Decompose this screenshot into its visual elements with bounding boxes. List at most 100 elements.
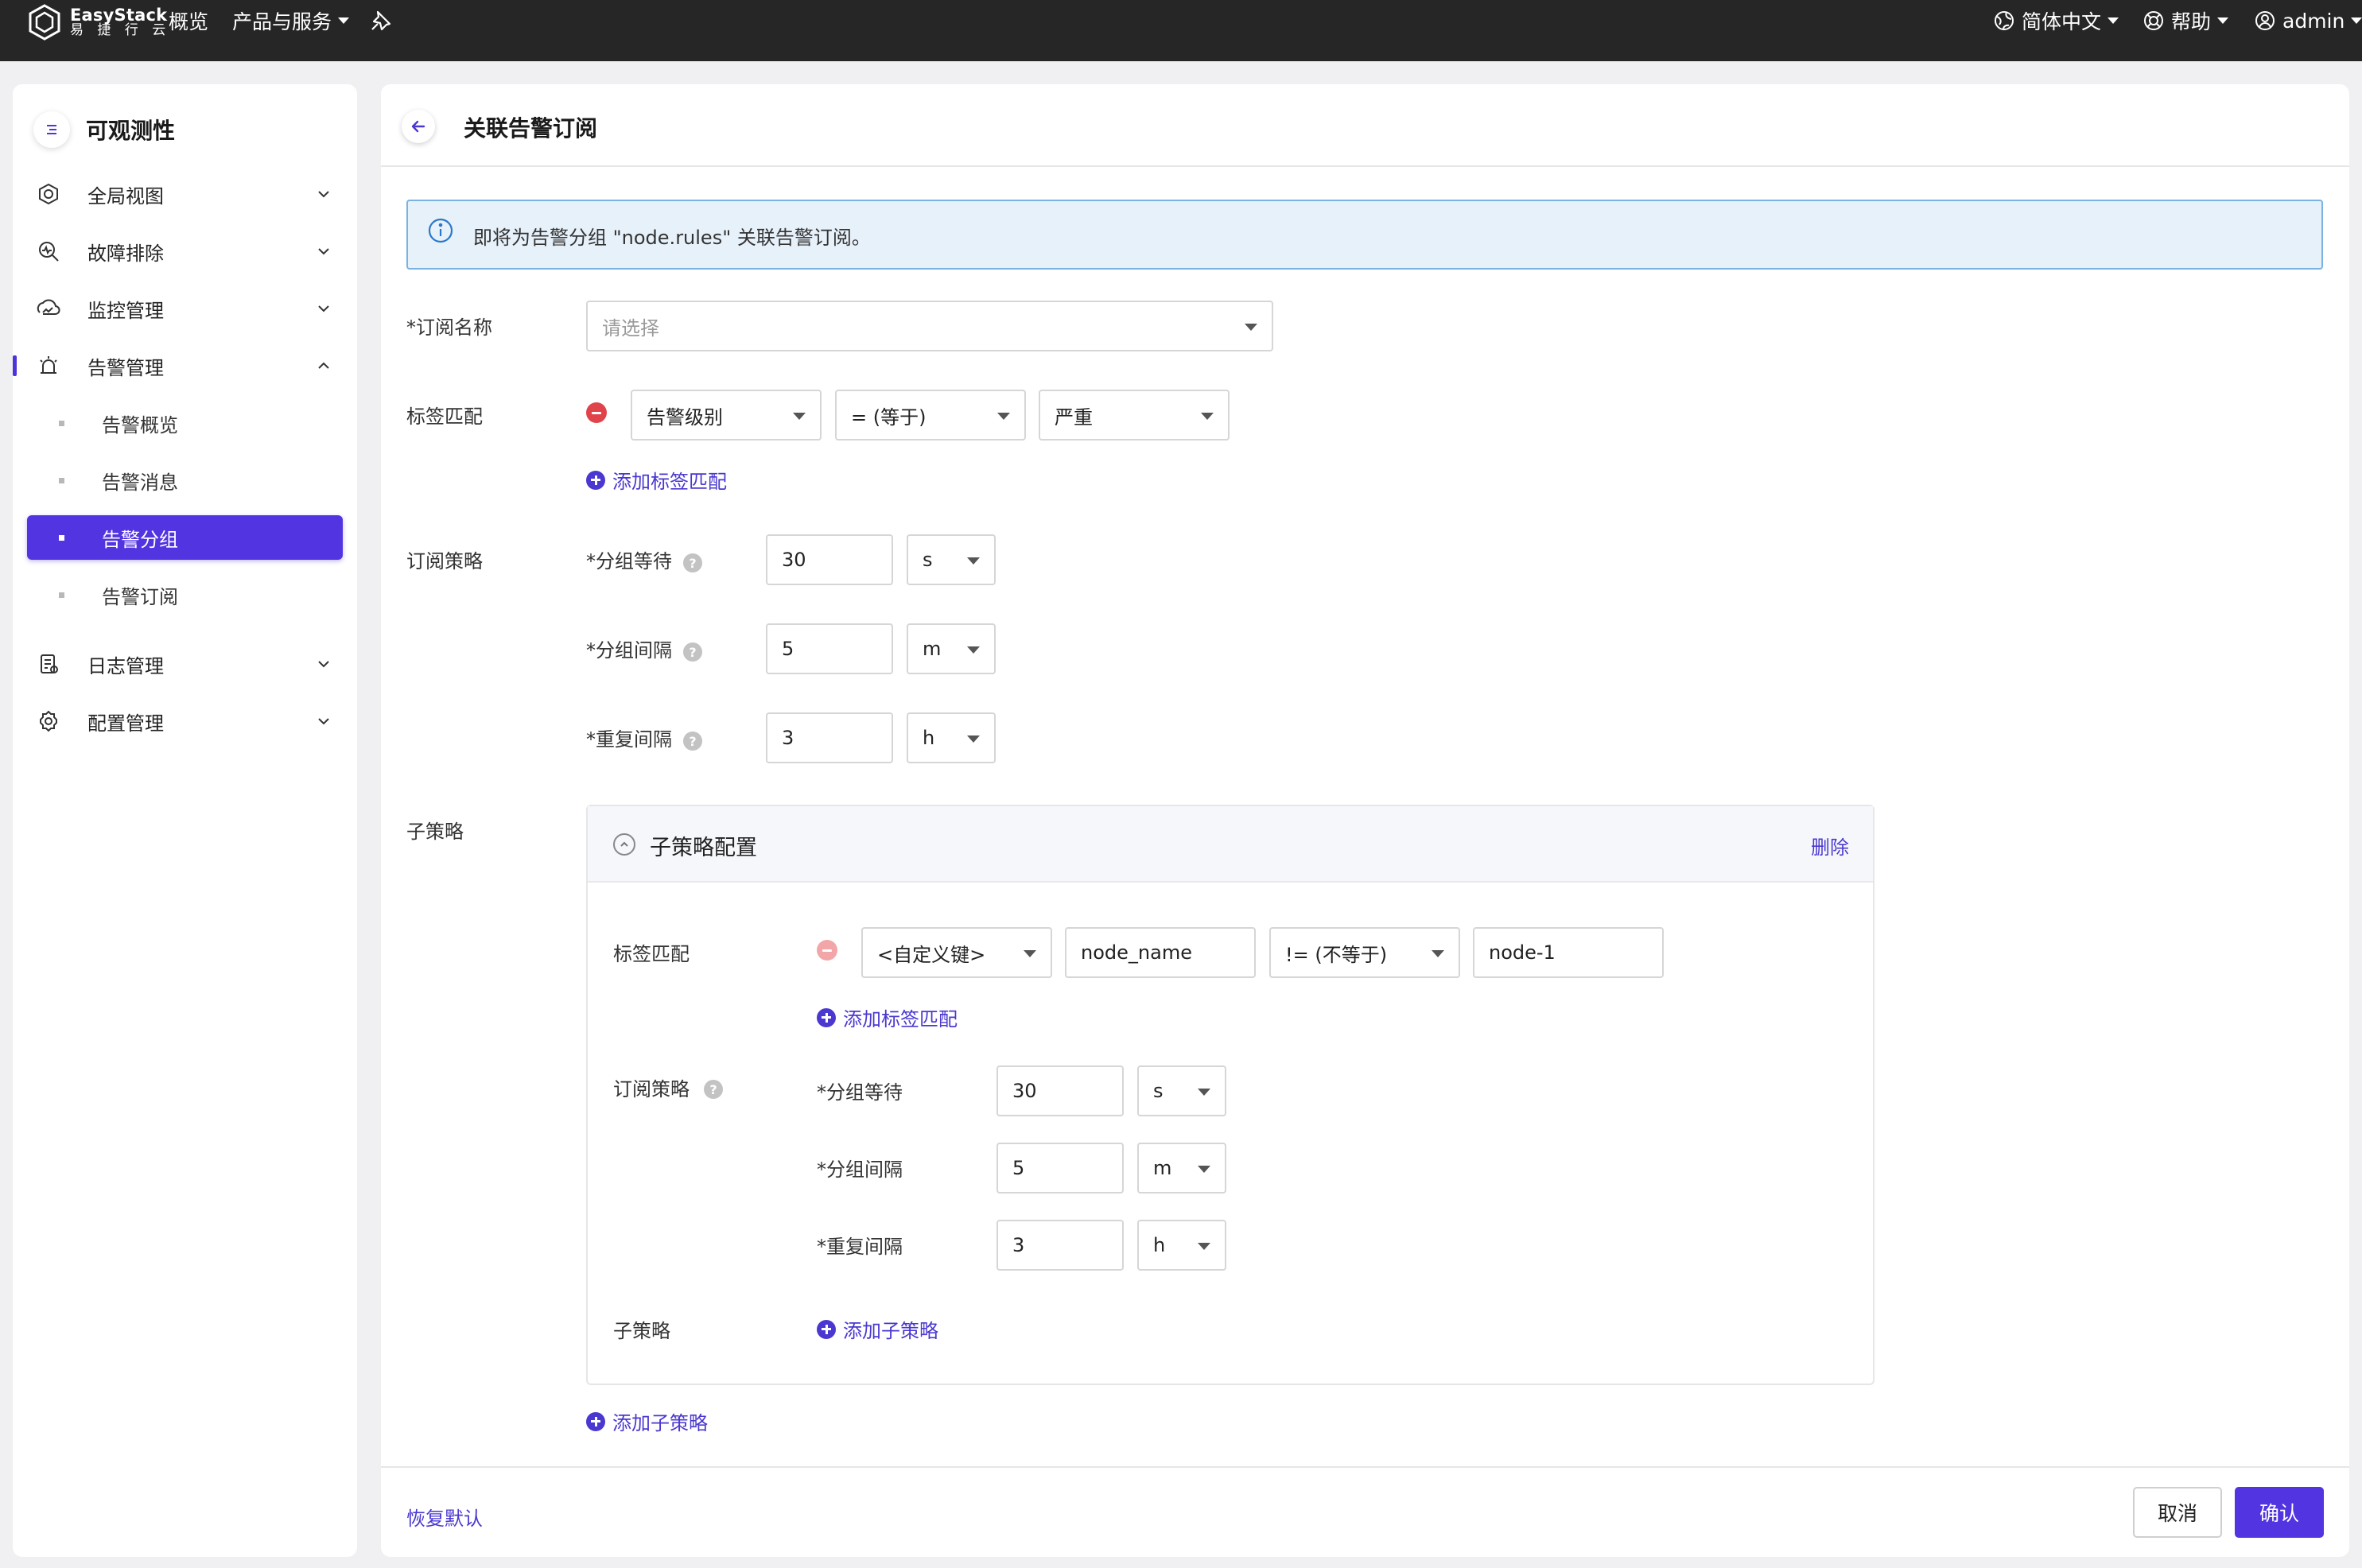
info-alert: 即将为告警分组 "node.rules" 关联告警订阅。: [406, 200, 2323, 270]
help-question-icon[interactable]: ?: [704, 1080, 723, 1099]
label-match-operator-select[interactable]: = (等于): [835, 390, 1026, 441]
nav-products-menu[interactable]: 产品与服务: [232, 6, 350, 35]
sub-group-wait-label: *分组等待: [817, 1081, 903, 1104]
sidebar-subitem-alarm-groups[interactable]: 告警分组: [27, 515, 343, 560]
nav-overview[interactable]: 概览: [169, 6, 208, 35]
sidebar-item-label: 故障排除: [87, 242, 164, 265]
collapse-button[interactable]: [613, 833, 635, 856]
repeat-interval-unit-select[interactable]: h: [907, 712, 996, 763]
global-view-icon: [39, 183, 58, 205]
sidebar-item-log[interactable]: 日志管理: [13, 642, 357, 686]
active-indicator: [13, 355, 17, 376]
confirm-button[interactable]: 确认: [2235, 1487, 2324, 1538]
help-label: 帮助: [2171, 10, 2212, 33]
sidebar-subitem-alarm-subscriptions[interactable]: 告警订阅: [27, 572, 343, 617]
sub-label-match-value-input[interactable]: node-1: [1473, 927, 1664, 978]
caret-down-icon: [967, 735, 980, 743]
add-label-match-text: 添加标签匹配: [612, 471, 727, 493]
sidebar-item-troubleshoot[interactable]: 故障排除: [13, 229, 357, 274]
sub-group-interval-unit-select[interactable]: m: [1137, 1143, 1226, 1193]
caret-down-icon: [2217, 17, 2229, 24]
help-question-icon[interactable]: ?: [683, 642, 702, 662]
nav-products-label: 产品与服务: [232, 10, 332, 33]
remove-label-match-button[interactable]: [817, 940, 837, 961]
sub-group-interval-input[interactable]: 5: [996, 1143, 1124, 1193]
plus-circle-icon: [586, 1411, 605, 1431]
alarm-icon: [40, 356, 57, 374]
caret-down-icon: [1432, 950, 1444, 957]
menu-collapse-button[interactable]: [33, 111, 70, 148]
restore-default-link[interactable]: 恢复默认: [406, 1503, 483, 1531]
add-label-match-text: 添加标签匹配: [843, 1008, 958, 1030]
logo[interactable]: EasyStack 易 捷 行 云: [25, 3, 170, 41]
user-menu[interactable]: admin: [2254, 6, 2362, 35]
group-interval-input[interactable]: 5: [766, 623, 893, 674]
subscription-name-select[interactable]: 请选择: [586, 301, 1273, 351]
caret-down-icon: [967, 557, 980, 565]
caret-down-icon: [793, 413, 806, 420]
sidebar-item-config[interactable]: 配置管理: [13, 699, 357, 743]
help-menu[interactable]: 帮助: [2143, 6, 2229, 35]
monitor-icon: [37, 299, 60, 315]
label-match-key-select[interactable]: 告警级别: [631, 390, 822, 441]
add-sub-policy-text: 添加子策略: [843, 1320, 938, 1342]
sidebar-subitem-label: 告警分组: [102, 528, 178, 551]
help-question-icon[interactable]: ?: [683, 553, 702, 572]
sidebar-subitem-alarm-messages[interactable]: 告警消息: [27, 458, 343, 503]
sub-repeat-interval-input[interactable]: 3: [996, 1220, 1124, 1271]
sidebar-item-alarm[interactable]: 告警管理: [13, 343, 357, 388]
main-panel: 关联告警订阅 即将为告警分组 "node.rules" 关联告警订阅。 *订阅名…: [381, 84, 2349, 1557]
sub-policy-strategy-label: 订阅策略: [613, 1078, 690, 1100]
sub-group-wait-unit-select[interactable]: s: [1137, 1065, 1226, 1116]
sub-label-match-label: 标签匹配: [613, 943, 690, 965]
label-match-value-select[interactable]: 严重: [1039, 390, 1230, 441]
caret-down-icon: [967, 646, 980, 654]
sub-repeat-interval-unit-select[interactable]: h: [1137, 1220, 1226, 1271]
group-wait-unit-select[interactable]: s: [907, 534, 996, 585]
back-button[interactable]: [402, 110, 435, 143]
cancel-button[interactable]: 取消: [2133, 1487, 2222, 1538]
repeat-interval-input[interactable]: 3: [766, 712, 893, 763]
group-interval-unit-select[interactable]: m: [907, 623, 996, 674]
sub-add-label-match-link[interactable]: 添加标签匹配: [817, 1003, 958, 1031]
top-bar: EasyStack 易 捷 行 云 概览 产品与服务 简体中文 帮助 admin: [0, 0, 2362, 61]
add-sub-policy-link[interactable]: 添加子策略: [586, 1407, 708, 1435]
logo-subtitle: 易 捷 行 云: [70, 22, 171, 39]
sidebar-subitem-label: 告警消息: [102, 471, 178, 494]
sub-label-match-operator-select[interactable]: != (不等于): [1269, 927, 1460, 978]
sub-group-wait-input[interactable]: 30: [996, 1065, 1124, 1116]
logo-name: EasyStack: [70, 6, 168, 25]
pin-button[interactable]: [369, 6, 393, 35]
nested-sub-policy-label: 子策略: [613, 1320, 670, 1342]
bullet: [59, 592, 64, 598]
sidebar-item-label: 全局视图: [87, 184, 164, 208]
sidebar-item-monitor[interactable]: 监控管理: [13, 286, 357, 331]
sidebar-item-label: 日志管理: [87, 654, 164, 677]
language-label: 简体中文: [2022, 10, 2102, 33]
info-alert-text: 即将为告警分组 "node.rules" 关联告警订阅。: [473, 227, 871, 249]
sidebar-item-global-view[interactable]: 全局视图: [13, 172, 357, 216]
sidebar: 可观测性 全局视图 故障排除 监控管理 告警管理 告警概览 告警消息 告警分组 …: [13, 84, 357, 1557]
info-icon: [428, 218, 453, 243]
sub-label-match-operator-value: != (不等于): [1285, 943, 1388, 966]
caret-down-icon: [1198, 1243, 1210, 1250]
unit-value: s: [1153, 1080, 1164, 1102]
help-question-icon[interactable]: ?: [683, 732, 702, 751]
group-wait-input[interactable]: 30: [766, 534, 893, 585]
delete-sub-policy-link[interactable]: 删除: [1811, 832, 1849, 860]
group-interval-label: *分组间隔: [586, 639, 672, 662]
repeat-interval-label: *重复间隔: [586, 728, 672, 751]
sub-label-match-key-select[interactable]: <自定义键>: [861, 927, 1052, 978]
caret-down-icon: [2108, 17, 2119, 24]
unit-value: h: [923, 727, 935, 749]
sidebar-subitem-label: 告警概览: [102, 413, 178, 437]
nested-add-sub-policy-link[interactable]: 添加子策略: [817, 1315, 938, 1343]
add-sub-policy-text: 添加子策略: [612, 1412, 708, 1434]
add-label-match-link[interactable]: 添加标签匹配: [586, 466, 727, 494]
chevron-down-icon: [318, 191, 329, 198]
remove-label-match-button[interactable]: [586, 402, 607, 423]
sub-label-match-key-input[interactable]: node_name: [1065, 927, 1256, 978]
sidebar-subitem-alarm-overview[interactable]: 告警概览: [27, 401, 343, 445]
language-menu[interactable]: 简体中文: [1993, 6, 2119, 35]
chevron-down-icon: [318, 248, 329, 255]
